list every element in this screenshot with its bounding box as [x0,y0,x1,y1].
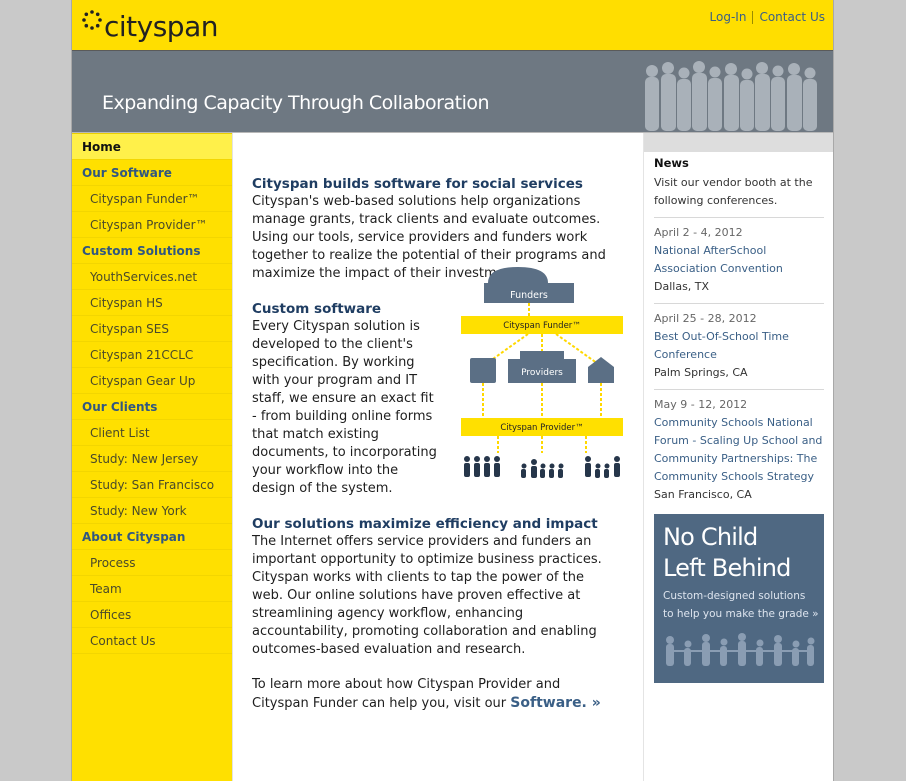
banner: Expanding Capacity Through Collaboration [72,51,833,132]
main-content: Cityspan builds software for social serv… [252,175,623,713]
news-header-bar [644,133,833,152]
nav-team[interactable]: Team [72,576,232,602]
children-silhouettes-icon [666,633,815,666]
nav-custom-solutions[interactable]: Custom Solutions [72,238,232,264]
section-heading: Cityspan builds software for social serv… [252,176,583,192]
promo-title-line: No Child [663,523,758,551]
news-panel: News Visit our vendor booth at the follo… [654,154,824,504]
news-location: Palm Springs, CA [654,366,748,379]
news-divider [654,389,824,390]
funders-building-icon: Funders [484,267,574,303]
people-silhouettes-icon [645,61,817,131]
nav-our-software[interactable]: Our Software [72,160,232,186]
news-location: Dallas, TX [654,280,710,293]
header-bar: cityspan Log-In Contact Us [72,0,833,51]
logo-text: cityspan [104,9,219,43]
news-link[interactable]: Community Schools National Forum - Scali… [654,414,824,486]
nav-list: Our Software Cityspan Funder™ Cityspan Pro… [72,160,232,654]
nav-about-cityspan[interactable]: About Cityspan [72,524,232,550]
nav-study-san-francisco[interactable]: Study: San Francisco [72,472,232,498]
nav-cityspan-provider[interactable]: Cityspan Provider™ [72,212,232,238]
news-date: April 2 - 4, 2012 [654,226,743,239]
funders-label: Funders [510,290,548,301]
nav-process[interactable]: Process [72,550,232,576]
news-date: May 9 - 12, 2012 [654,398,748,411]
top-links: Log-In Contact Us [710,10,825,24]
news-date: April 25 - 28, 2012 [654,312,757,325]
asterisk-icon [82,10,102,30]
promo-subtitle-line: to help you make the grade » [663,608,819,620]
nav-cityspan-ses[interactable]: Cityspan SES [72,316,232,342]
nav-home[interactable]: Home [72,133,232,160]
section-heading: Our solutions maximize efficiency and im… [252,516,598,532]
section-body: Every Cityspan solution is developed to … [252,319,437,496]
provider-building-icon [470,358,496,383]
right-column: News Visit our vendor booth at the follo… [643,133,833,781]
promo-subtitle-line: Custom-designed solutions [663,590,806,602]
provider-bar-label: Cityspan Provider™ [500,423,583,433]
news-title: News [654,156,689,170]
software-cta: To learn more about how Cityspan Provide… [252,676,614,713]
news-divider [654,217,824,218]
nav-contact-us[interactable]: Contact Us [72,628,232,654]
providers-label: Providers [521,368,563,378]
promo-title-line: Left Behind [663,554,791,582]
funder-bar-label: Cityspan Funder™ [503,321,581,331]
nav-client-list[interactable]: Client List [72,420,232,446]
nclb-promo[interactable]: No Child Left Behind Custom-designed sol… [654,514,824,683]
nav-cityspan-21cclc[interactable]: Cityspan 21CCLC [72,342,232,368]
page: cityspan Log-In Contact Us Expanding Cap… [71,0,834,781]
provider-house-icon [588,357,614,383]
contact-us-link[interactable]: Contact Us [759,10,825,24]
product-diagram: Funders Cityspan Funder™ Providers Citys… [461,267,623,478]
nav-study-new-jersey[interactable]: Study: New Jersey [72,446,232,472]
software-link[interactable]: Software. » [510,695,601,711]
news-list: April 2 - 4, 2012 National AfterSchool As… [654,217,824,504]
nav-cityspan-hs[interactable]: Cityspan HS [72,290,232,316]
news-link[interactable]: National AfterSchool Association Convent… [654,242,824,278]
news-intro: Visit our vendor booth at the following … [654,176,813,207]
nav-offices[interactable]: Offices [72,602,232,628]
clients-people-icon [464,456,620,478]
nav-youthservices-net[interactable]: YouthServices.net [72,264,232,290]
news-link[interactable]: Best Out-Of-School Time Conference [654,328,824,364]
nav-cityspan-funder[interactable]: Cityspan Funder™ [72,186,232,212]
news-divider [654,303,824,304]
nav-cityspan-gear-up[interactable]: Cityspan Gear Up [72,368,232,394]
nav-study-new-york[interactable]: Study: New York [72,498,232,524]
news-location: San Francisco, CA [654,488,752,501]
nav-our-clients[interactable]: Our Clients [72,394,232,420]
promo-subtitle: Custom-designed solutions to help you ma… [663,587,819,623]
tagline: Expanding Capacity Through Collaboration [102,92,490,114]
promo-title: No Child Left Behind [663,522,791,584]
section-body: The Internet offers service providers an… [252,534,602,657]
section-heading: Custom software [252,301,382,317]
login-link[interactable]: Log-In [710,10,747,24]
left-nav: Home Our Software Cityspan Funder™ Cityspa… [72,133,233,781]
divider [752,10,754,24]
logo[interactable]: cityspan [82,8,219,44]
